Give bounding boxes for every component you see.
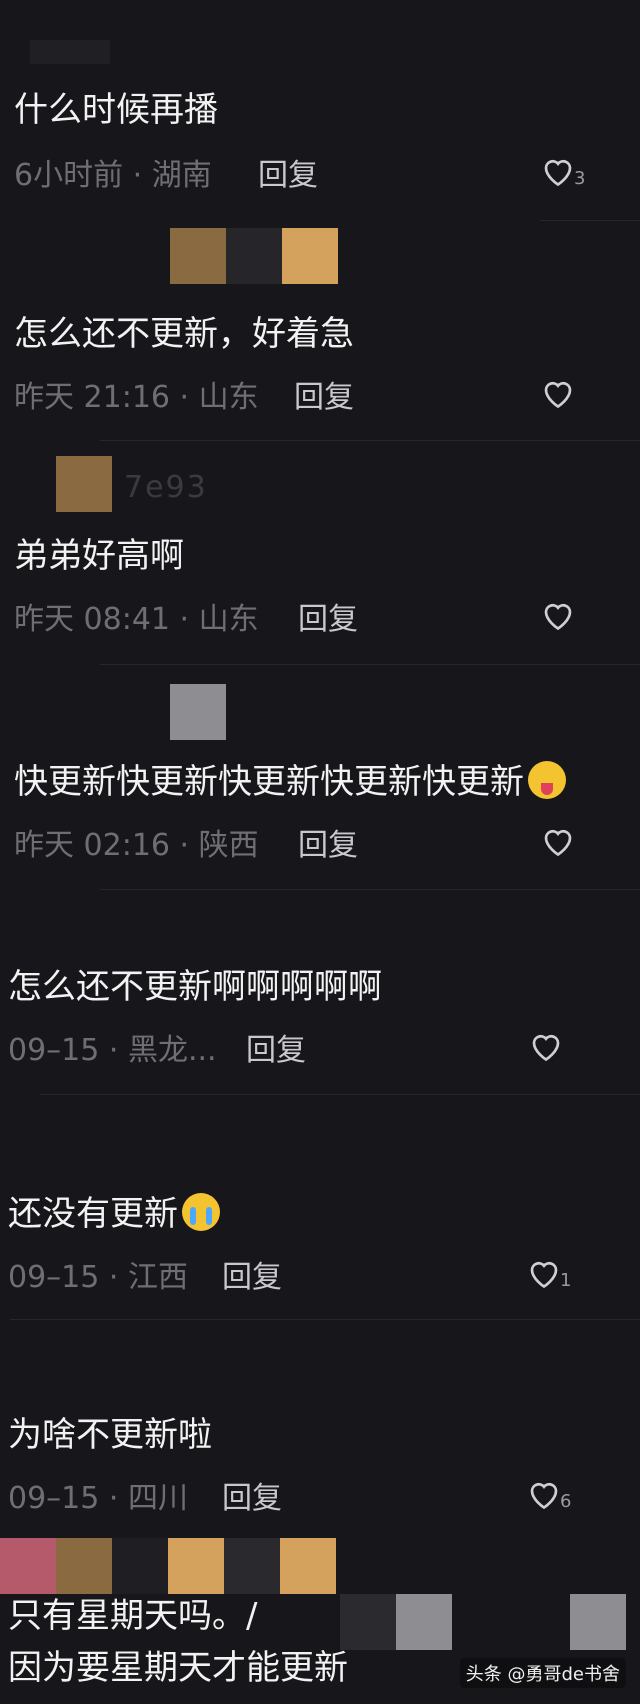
watermark: 头条 @勇哥de书舍 bbox=[459, 1658, 626, 1688]
comment-text-content: 快更新快更新快更新快更新快更新 bbox=[14, 762, 524, 802]
comment-item: 怎么还不更新啊啊啊啊啊 09–15 · 黑龙... 回复 bbox=[0, 889, 640, 1094]
reply-button[interactable]: 回复 bbox=[222, 1479, 282, 1519]
like-button[interactable]: 6 bbox=[526, 1473, 574, 1517]
reply-button[interactable]: 回复 bbox=[298, 826, 358, 866]
comment-meta: 09–15 · 黑龙... bbox=[8, 1031, 217, 1071]
comment-text-line2: 因为要星期天才能更新 bbox=[8, 1648, 348, 1688]
meta-separator: · bbox=[99, 1033, 128, 1068]
comment-location: 山东 bbox=[198, 380, 259, 415]
comment-item: 什么时候再播 6小时前 · 湖南 回复 3 bbox=[0, 0, 640, 200]
comment-text: 怎么还不更新啊啊啊啊啊 bbox=[8, 967, 382, 1007]
meta-separator: · bbox=[99, 1260, 128, 1295]
comment-text-content: 还没有更新 bbox=[8, 1194, 178, 1234]
comment-item: 为啥不更新啦 09–15 · 四川 回复 6 bbox=[0, 1319, 640, 1544]
like-button[interactable]: 1 bbox=[526, 1252, 574, 1296]
comment-text: 为啥不更新啦 bbox=[8, 1415, 212, 1455]
comment-item: 弟弟好高啊 昨天 08:41 · 山东 回复 bbox=[0, 440, 640, 665]
heart-outline-icon bbox=[544, 159, 572, 187]
reply-button[interactable]: 回复 bbox=[294, 378, 354, 418]
comment-time: 09–15 bbox=[8, 1260, 100, 1295]
comment-location: 山东 bbox=[198, 602, 259, 637]
comment-item: 还没有更新 09–15 · 江西 回复 1 bbox=[0, 1094, 640, 1319]
heart-outline-icon bbox=[530, 1482, 558, 1510]
heart-outline-icon bbox=[530, 1261, 558, 1289]
yummy-face-emoji-icon bbox=[528, 761, 566, 799]
reply-button[interactable]: 回复 bbox=[258, 156, 318, 196]
comment-meta: 09–15 · 江西 bbox=[8, 1258, 188, 1298]
comment-item: 怎么还不更新，好着急 昨天 21:16 · 山东 回复 bbox=[0, 220, 640, 440]
like-button[interactable] bbox=[528, 1025, 576, 1069]
comment-time: 6小时前 bbox=[14, 158, 124, 193]
comment-time: 昨天 02:16 bbox=[14, 828, 170, 863]
comment-meta: 昨天 08:41 · 山东 bbox=[14, 600, 259, 640]
comment-meta: 昨天 21:16 · 山东 bbox=[14, 378, 259, 418]
meta-separator: · bbox=[170, 602, 199, 637]
comment-location: 陕西 bbox=[198, 828, 259, 863]
comment-text: 弟弟好高啊 bbox=[14, 536, 184, 576]
reply-button[interactable]: 回复 bbox=[246, 1031, 306, 1071]
like-button[interactable]: 3 bbox=[540, 150, 588, 194]
reply-button[interactable]: 回复 bbox=[298, 600, 358, 640]
heart-outline-icon bbox=[544, 829, 572, 857]
like-count: 1 bbox=[560, 1270, 572, 1291]
comment-text: 什么时候再播 bbox=[14, 90, 218, 130]
meta-separator: · bbox=[99, 1481, 128, 1516]
heart-outline-icon bbox=[544, 381, 572, 409]
comment-time: 09–15 bbox=[8, 1481, 100, 1516]
comment-time: 09–15 bbox=[8, 1033, 100, 1068]
heart-outline-icon bbox=[544, 603, 572, 631]
comment-time: 昨天 08:41 bbox=[14, 602, 170, 637]
comment-meta: 昨天 02:16 · 陕西 bbox=[14, 826, 259, 866]
meta-separator: · bbox=[123, 158, 152, 193]
like-button[interactable] bbox=[540, 594, 588, 638]
comment-time: 昨天 21:16 bbox=[14, 380, 170, 415]
crying-face-emoji-icon bbox=[182, 1193, 220, 1231]
comment-text-line1: 只有星期天吗。/ bbox=[8, 1596, 258, 1636]
like-button[interactable] bbox=[540, 372, 588, 416]
like-count: 6 bbox=[560, 1491, 572, 1512]
meta-separator: · bbox=[170, 380, 199, 415]
comment-location: 湖南 bbox=[151, 158, 212, 193]
comment-meta: 6小时前 · 湖南 bbox=[14, 156, 212, 196]
comment-text: 还没有更新 bbox=[8, 1192, 220, 1236]
heart-outline-icon bbox=[532, 1034, 560, 1062]
like-count: 3 bbox=[574, 168, 586, 189]
comment-location: 黑龙... bbox=[127, 1033, 217, 1068]
comment-location: 江西 bbox=[127, 1260, 188, 1295]
comment-meta: 09–15 · 四川 bbox=[8, 1479, 188, 1519]
reply-button[interactable]: 回复 bbox=[222, 1258, 282, 1298]
comment-text: 怎么还不更新，好着急 bbox=[14, 314, 354, 354]
comment-item: 快更新快更新快更新快更新快更新 昨天 02:16 · 陕西 回复 bbox=[0, 664, 640, 889]
comment-location: 四川 bbox=[127, 1481, 188, 1516]
comment-text: 快更新快更新快更新快更新快更新 bbox=[14, 760, 566, 804]
like-button[interactable] bbox=[540, 820, 588, 864]
meta-separator: · bbox=[170, 828, 199, 863]
